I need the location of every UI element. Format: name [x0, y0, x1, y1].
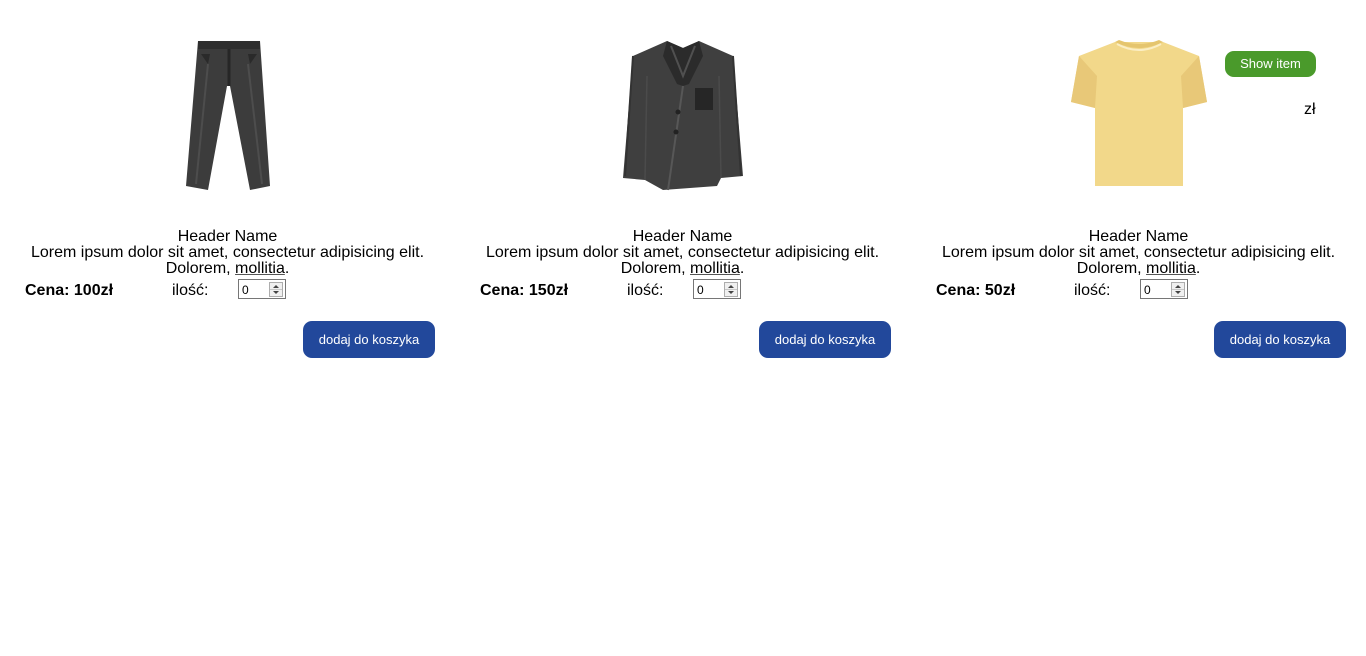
tshirt-icon: [1059, 36, 1219, 196]
description-line: Lorem ipsum dolor sit amet, consectetur …: [30, 244, 425, 261]
description-text: mollitia: [1146, 260, 1196, 277]
description-line: Dolorem, mollitia.: [0, 261, 455, 277]
product-header: Header Name: [1088, 228, 1189, 245]
currency-label: zł: [1304, 101, 1316, 118]
product-description: Lorem ipsum dolor sit amet, consectetur …: [911, 245, 1366, 277]
product-grid: Header Name Lorem ipsum dolor sit amet, …: [0, 0, 1366, 656]
product-header: Header Name: [177, 228, 278, 245]
description-text: mollitia: [690, 260, 740, 277]
spinner-up-icon[interactable]: [1175, 285, 1181, 288]
description-line: Lorem ipsum dolor sit amet, consectetur …: [485, 244, 880, 261]
show-item-button[interactable]: Show item: [1225, 51, 1316, 77]
description-text: Dolorem,: [1076, 260, 1147, 277]
quantity-value: 0: [1144, 283, 1151, 297]
quantity-stepper[interactable]: 0: [1140, 279, 1188, 299]
quantity-label: ilość:: [172, 282, 209, 299]
spinner-up-icon[interactable]: [728, 285, 734, 288]
description-line: Dolorem, mollitia.: [455, 261, 910, 277]
quantity-value: 0: [697, 283, 704, 297]
spinner-buttons[interactable]: [269, 282, 283, 297]
spinner-down-icon[interactable]: [1175, 291, 1181, 294]
price-label: Cena: 100zł: [25, 282, 114, 299]
trousers-icon: [148, 36, 308, 196]
quantity-label: ilość:: [1074, 282, 1111, 299]
spinner-buttons[interactable]: [724, 282, 738, 297]
blazer-icon: [603, 36, 763, 196]
product-card-blazer: Header Name Lorem ipsum dolor sit amet, …: [455, 0, 910, 370]
quantity-value: 0: [242, 283, 249, 297]
spinner-buttons[interactable]: [1171, 282, 1185, 297]
price-label: Cena: 150zł: [480, 282, 569, 299]
quantity-stepper[interactable]: 0: [693, 279, 741, 299]
description-line: Dolorem, mollitia.: [911, 261, 1366, 277]
spinner-up-icon[interactable]: [273, 285, 279, 288]
quantity-stepper[interactable]: 0: [238, 279, 286, 299]
price-label: Cena: 50zł: [936, 282, 1016, 299]
description-text: .: [284, 260, 290, 277]
description-text: Dolorem,: [620, 260, 691, 277]
spinner-down-icon[interactable]: [728, 291, 734, 294]
product-description: Lorem ipsum dolor sit amet, consectetur …: [0, 245, 455, 277]
add-to-cart-button[interactable]: dodaj do koszyka: [303, 321, 435, 358]
product-card-trousers: Header Name Lorem ipsum dolor sit amet, …: [0, 0, 455, 370]
product-header: Header Name: [632, 228, 733, 245]
spinner-down-icon[interactable]: [273, 291, 279, 294]
description-text: Dolorem,: [165, 260, 236, 277]
description-text: mollitia: [235, 260, 285, 277]
description-text: .: [739, 260, 745, 277]
product-description: Lorem ipsum dolor sit amet, consectetur …: [455, 245, 910, 277]
add-to-cart-button[interactable]: dodaj do koszyka: [759, 321, 891, 358]
description-text: .: [1195, 260, 1201, 277]
quantity-label: ilość:: [627, 282, 664, 299]
description-line: Lorem ipsum dolor sit amet, consectetur …: [941, 244, 1336, 261]
add-to-cart-button[interactable]: dodaj do koszyka: [1214, 321, 1346, 358]
